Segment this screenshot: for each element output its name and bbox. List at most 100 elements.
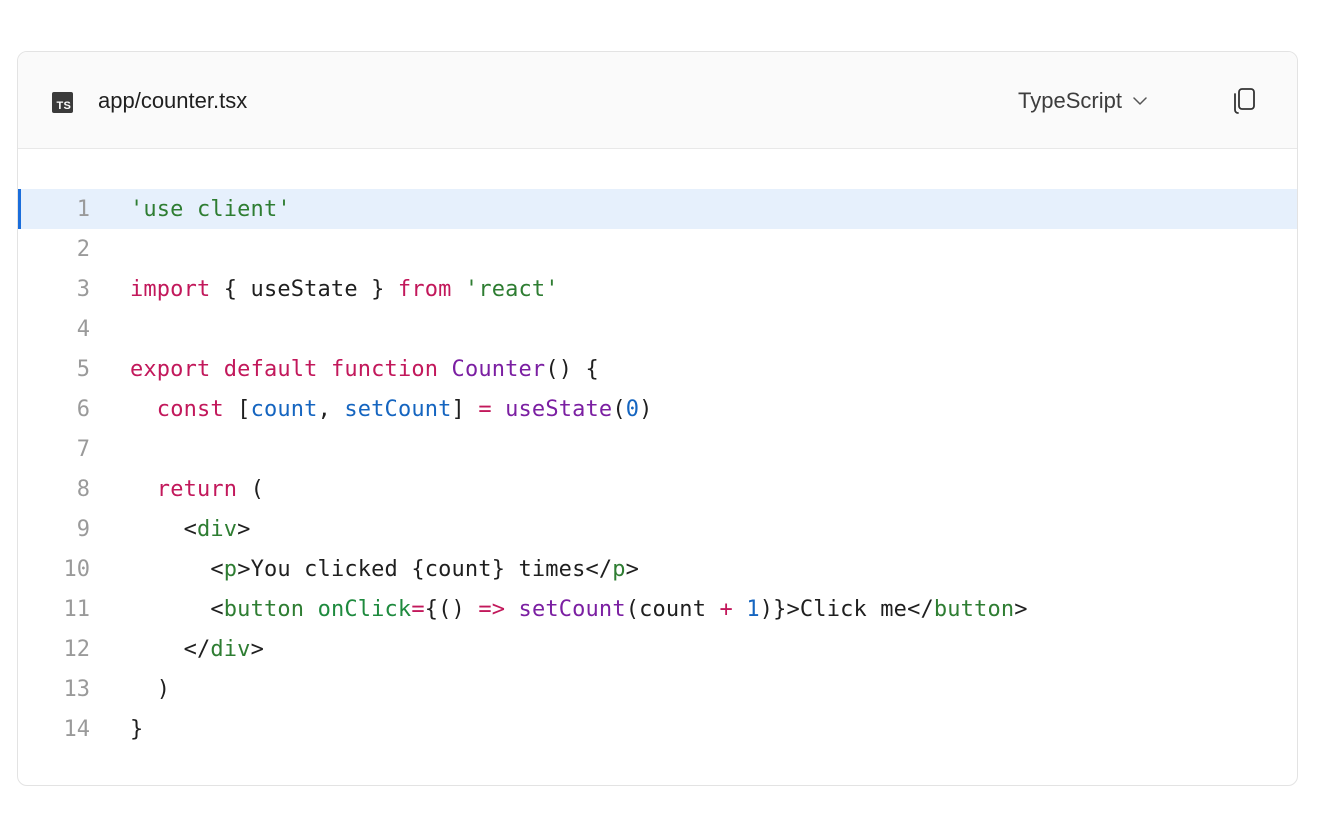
code-line: 13 ) xyxy=(18,669,1297,709)
file-badge-label: TS xyxy=(56,100,71,112)
code-block-header: TS app/counter.tsx TypeScript xyxy=(18,52,1297,149)
code-token: >You clicked {count} times</ xyxy=(237,556,613,582)
code-text: return ( xyxy=(130,477,264,502)
line-number: 3 xyxy=(76,276,90,302)
code-token: default xyxy=(223,356,318,382)
chevron-down-icon xyxy=(1133,97,1147,105)
code-token: )}>Click me</ xyxy=(759,596,934,622)
code-line: 6 const [count, setCount] = useState(0) xyxy=(18,389,1297,429)
line-number: 9 xyxy=(76,516,90,542)
code-token: < xyxy=(130,556,224,582)
code-line: 1 'use client' xyxy=(18,189,1297,229)
code-token: 'react' xyxy=(464,276,559,302)
code-token: div xyxy=(196,516,238,542)
code-token: setCount xyxy=(518,596,626,622)
code-token: const xyxy=(156,396,224,422)
code-token: count xyxy=(250,396,318,422)
line-number: 7 xyxy=(76,436,90,462)
code-token: export xyxy=(130,356,211,382)
code-token: { useState } xyxy=(210,276,398,302)
line-number: 8 xyxy=(76,476,90,502)
code-token: onClick xyxy=(317,596,412,622)
code-token: = xyxy=(411,596,425,622)
code-token: < xyxy=(130,596,224,622)
line-number: 13 xyxy=(63,676,91,702)
code-token: import xyxy=(130,276,211,302)
code-text: ) xyxy=(130,677,170,702)
line-number: 10 xyxy=(63,556,91,582)
code-text: 'use client' xyxy=(130,197,291,222)
code-area: 1 'use client' 2 3 import { useState } from … xyxy=(18,149,1297,749)
code-token: > xyxy=(250,636,264,662)
code-text: <button onClick={() => setCount(count + … xyxy=(130,597,1028,622)
line-number: 6 xyxy=(76,396,90,422)
code-token: p xyxy=(612,556,626,582)
code-token: return xyxy=(156,476,238,502)
code-token: 'use client' xyxy=(130,196,291,222)
code-text: <p>You clicked {count} times</p> xyxy=(130,557,639,582)
code-token: > xyxy=(237,516,251,542)
code-text: const [count, setCount] = useState(0) xyxy=(130,397,653,422)
code-token: > xyxy=(625,556,640,582)
code-token: Counter xyxy=(451,356,546,382)
code-token: < xyxy=(130,516,197,542)
code-line: 3 import { useState } from 'react' xyxy=(18,269,1297,309)
code-token: ( xyxy=(612,396,626,422)
code-token: > xyxy=(1014,596,1028,622)
line-number: 12 xyxy=(63,636,91,662)
code-token: button xyxy=(223,596,305,622)
code-token: from xyxy=(397,276,452,302)
code-token: setCount xyxy=(344,396,452,422)
line-number: 4 xyxy=(76,316,90,342)
code-line: 12 </div> xyxy=(18,629,1297,669)
code-line: 11 <button onClick={() => setCount(count… xyxy=(18,589,1297,629)
copy-button[interactable] xyxy=(1226,84,1260,118)
code-line: 8 return ( xyxy=(18,469,1297,509)
code-text: </div> xyxy=(130,637,264,662)
code-token: () { xyxy=(545,356,599,382)
code-token: (count xyxy=(625,596,720,622)
code-token: [ xyxy=(223,396,251,422)
line-number: 11 xyxy=(63,596,91,622)
typescript-file-icon: TS xyxy=(52,92,73,113)
line-number: 5 xyxy=(76,356,90,382)
code-token: </ xyxy=(130,636,211,662)
line-number: 14 xyxy=(63,716,91,742)
code-line: 5 export default function Counter() { xyxy=(18,349,1297,389)
code-token: + xyxy=(719,596,733,622)
code-line: 9 <div> xyxy=(18,509,1297,549)
code-token: } xyxy=(130,716,144,742)
file-name: app/counter.tsx xyxy=(98,88,248,113)
code-token: function xyxy=(330,356,439,382)
code-token: useState xyxy=(505,396,613,422)
code-text: import { useState } from 'react' xyxy=(130,277,559,302)
language-select[interactable]: TypeScript xyxy=(1018,88,1148,114)
line-number: 2 xyxy=(76,236,90,262)
code-token: 0 xyxy=(625,396,640,422)
code-token: ( xyxy=(237,476,264,502)
code-block: TS app/counter.tsx TypeScript 1 'use clie… xyxy=(17,51,1298,786)
code-line: 2 xyxy=(18,229,1297,269)
code-token: ) xyxy=(639,396,653,422)
code-token: ] xyxy=(451,396,479,422)
code-line: 14} xyxy=(18,709,1297,749)
code-token: button xyxy=(933,596,1015,622)
language-label: TypeScript xyxy=(1018,88,1122,113)
code-text: } xyxy=(130,717,143,742)
line-number: 1 xyxy=(76,196,90,222)
code-token: = xyxy=(478,396,492,422)
code-token: {() xyxy=(424,596,479,622)
code-token: , xyxy=(317,396,345,422)
copy-icon xyxy=(1234,88,1255,114)
code-text: export default function Counter() { xyxy=(130,357,599,382)
